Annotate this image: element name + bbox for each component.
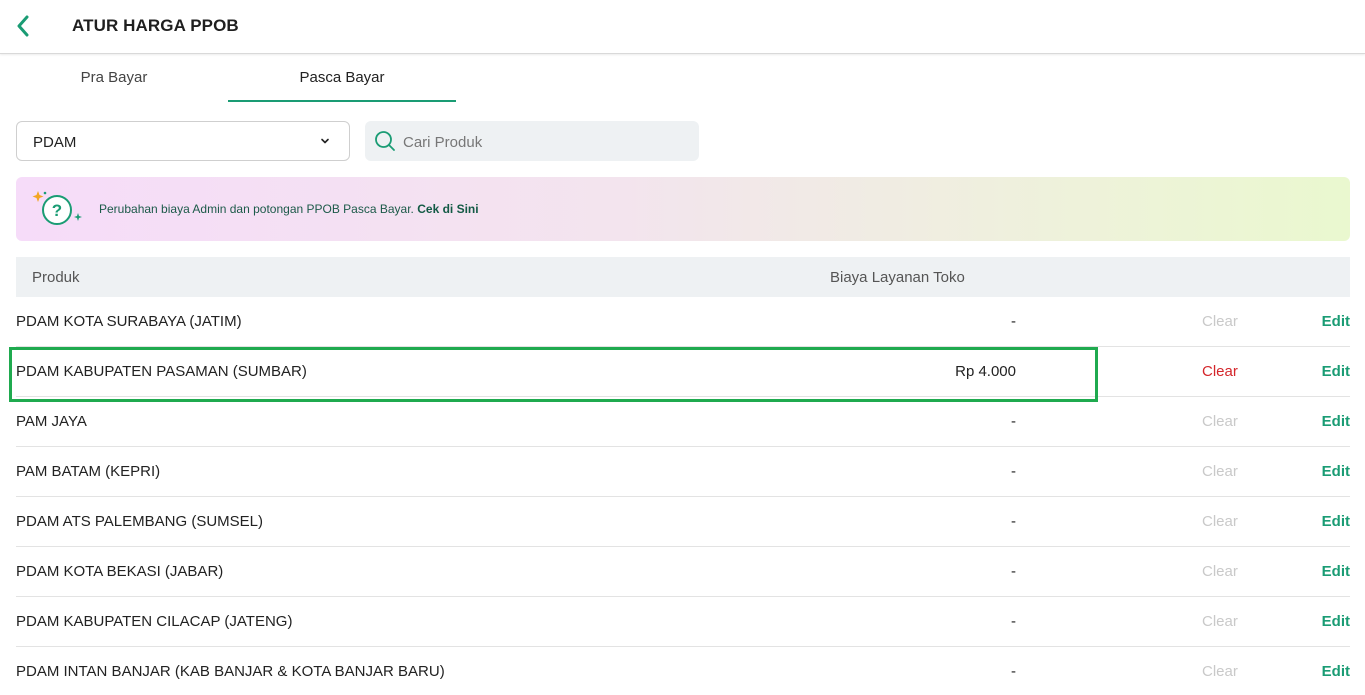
- search-input[interactable]: [403, 127, 683, 157]
- table-row: PDAM INTAN BANJAR (KAB BANJAR & KOTA BAN…: [16, 647, 1350, 695]
- edit-button[interactable]: Edit: [1322, 463, 1350, 480]
- product-fee: -: [1011, 413, 1016, 430]
- svg-text:?: ?: [52, 201, 62, 220]
- product-fee: -: [1011, 563, 1016, 580]
- category-select[interactable]: PDAM: [16, 121, 350, 161]
- product-name: PDAM KABUPATEN CILACAP (JATENG): [16, 613, 293, 630]
- clear-button[interactable]: Clear: [1202, 413, 1238, 430]
- product-name: PDAM KABUPATEN PASAMAN (SUMBAR): [16, 363, 307, 380]
- clear-button[interactable]: Clear: [1202, 463, 1238, 480]
- search-box: [365, 121, 699, 161]
- edit-button[interactable]: Edit: [1322, 513, 1350, 530]
- clear-button[interactable]: Clear: [1202, 663, 1238, 680]
- table-row: PDAM KOTA SURABAYA (JATIM) - Clear Edit: [16, 297, 1350, 347]
- product-fee: -: [1011, 463, 1016, 480]
- table-row: PDAM ATS PALEMBANG (SUMSEL) - Clear Edit: [16, 497, 1350, 547]
- clear-button[interactable]: Clear: [1202, 363, 1238, 380]
- banner-message: Perubahan biaya Admin dan potongan PPOB …: [99, 202, 414, 216]
- clear-button[interactable]: Clear: [1202, 563, 1238, 580]
- app-header: ATUR HARGA PPOB: [0, 0, 1365, 54]
- edit-button[interactable]: Edit: [1322, 363, 1350, 380]
- table-row: PDAM KABUPATEN PASAMAN (SUMBAR) Rp 4.000…: [16, 347, 1350, 397]
- product-fee: -: [1011, 663, 1016, 680]
- product-table: PDAM KOTA SURABAYA (JATIM) - Clear Edit …: [16, 297, 1350, 695]
- page-title: ATUR HARGA PPOB: [72, 16, 239, 35]
- question-sparkle-icon: ?: [32, 191, 82, 225]
- chevron-down-icon: [321, 138, 329, 144]
- product-fee: -: [1011, 513, 1016, 530]
- product-fee: -: [1011, 613, 1016, 630]
- edit-button[interactable]: Edit: [1322, 613, 1350, 630]
- product-name: PAM JAYA: [16, 413, 87, 430]
- tab-pasca-bayar[interactable]: Pasca Bayar: [228, 55, 456, 102]
- product-name: PAM BATAM (KEPRI): [16, 463, 161, 480]
- tab-pra-bayar[interactable]: Pra Bayar: [0, 55, 228, 102]
- category-select-value: PDAM: [33, 134, 77, 151]
- edit-button[interactable]: Edit: [1322, 413, 1350, 430]
- table-row: PDAM KOTA BEKASI (JABAR) - Clear Edit: [16, 547, 1350, 597]
- column-header-product: Produk: [32, 269, 80, 286]
- column-header-fee: Biaya Layanan Toko: [830, 269, 965, 286]
- product-name: PDAM KOTA BEKASI (JABAR): [16, 563, 224, 580]
- product-fee: -: [1011, 313, 1016, 330]
- clear-button[interactable]: Clear: [1202, 513, 1238, 530]
- banner-link[interactable]: Cek di Sini: [417, 202, 478, 216]
- banner-text: Perubahan biaya Admin dan potongan PPOB …: [99, 202, 479, 216]
- table-row: PAM JAYA - Clear Edit: [16, 397, 1350, 447]
- product-name: PDAM KOTA SURABAYA (JATIM): [16, 313, 242, 330]
- tab-bar: Pra Bayar Pasca Bayar: [0, 55, 1365, 102]
- table-row: PAM BATAM (KEPRI) - Clear Edit: [16, 447, 1350, 497]
- clear-button[interactable]: Clear: [1202, 313, 1238, 330]
- product-fee: Rp 4.000: [955, 363, 1016, 380]
- edit-button[interactable]: Edit: [1322, 663, 1350, 680]
- chevron-left-icon: [17, 15, 29, 37]
- clear-button[interactable]: Clear: [1202, 613, 1238, 630]
- product-name: PDAM INTAN BANJAR (KAB BANJAR & KOTA BAN…: [16, 663, 445, 680]
- info-banner: ? Perubahan biaya Admin dan potongan PPO…: [16, 177, 1350, 241]
- edit-button[interactable]: Edit: [1322, 563, 1350, 580]
- search-icon: [375, 131, 395, 151]
- back-button[interactable]: [10, 12, 36, 40]
- edit-button[interactable]: Edit: [1322, 313, 1350, 330]
- table-header: Produk Biaya Layanan Toko: [16, 257, 1350, 297]
- table-row: PDAM KABUPATEN CILACAP (JATENG) - Clear …: [16, 597, 1350, 647]
- product-name: PDAM ATS PALEMBANG (SUMSEL): [16, 513, 263, 530]
